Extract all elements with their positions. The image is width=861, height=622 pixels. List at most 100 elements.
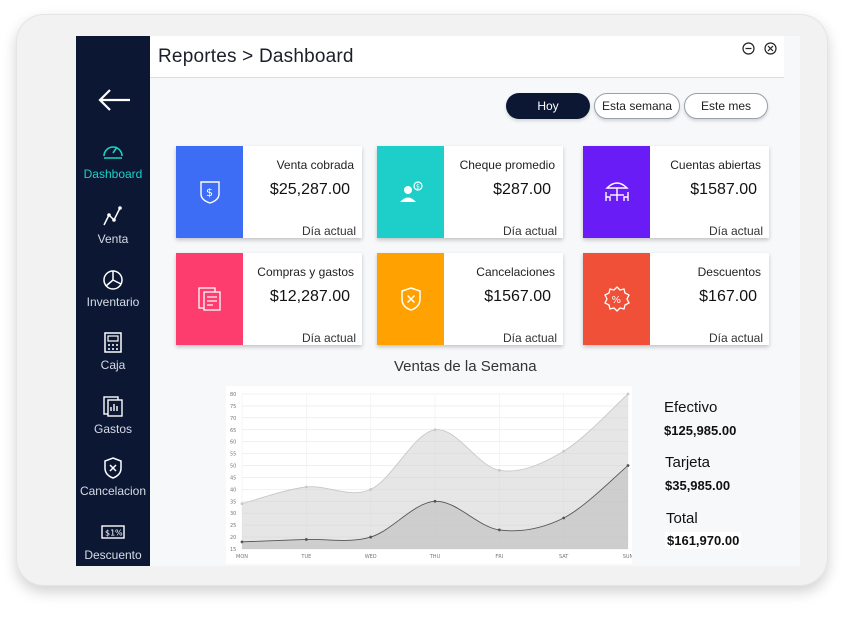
page-title: Reportes > Dashboard xyxy=(158,46,354,67)
card-label: Descuentos xyxy=(697,265,761,279)
y-tick-label: 35 xyxy=(230,499,236,505)
card-value: $1567.00 xyxy=(484,288,551,305)
percent-badge-icon: % xyxy=(603,286,630,312)
x-tick-label: TUE xyxy=(300,554,311,560)
y-tick-label: 75 xyxy=(230,404,236,410)
data-point xyxy=(369,535,373,539)
card-label: Venta cobrada xyxy=(276,158,354,172)
data-point xyxy=(562,449,566,453)
sidebar: Dashboard Venta Inventario Caja Gastos C… xyxy=(76,36,150,566)
card-descuentos[interactable]: % Descuentos $167.00 Día actual xyxy=(583,253,769,345)
sidebar-item-dashboard[interactable]: Dashboard xyxy=(76,139,150,181)
sidebar-item-venta[interactable]: Venta xyxy=(76,204,150,246)
card-band: $ xyxy=(176,146,243,238)
card-band: $ xyxy=(377,146,444,238)
data-point xyxy=(497,528,501,532)
title-bar: Reportes > Dashboard xyxy=(150,36,784,78)
minimize-icon[interactable] xyxy=(742,42,755,55)
legend-tarjeta-label: Tarjeta xyxy=(665,454,711,471)
filter-label: Hoy xyxy=(537,99,559,113)
app-window: Dashboard Venta Inventario Caja Gastos C… xyxy=(76,36,784,566)
y-tick-label: 40 xyxy=(230,487,236,493)
legend-total-value: $161,970.00 xyxy=(665,532,742,549)
x-tick-label: THU xyxy=(429,554,441,560)
card-label: Compras y gastos xyxy=(257,265,354,279)
data-point xyxy=(433,499,437,503)
trend-line-icon xyxy=(103,206,122,226)
x-tick-label: MON xyxy=(236,554,248,560)
y-tick-label: 65 xyxy=(230,428,236,434)
svg-text:$: $ xyxy=(206,186,213,199)
close-icon[interactable] xyxy=(764,42,777,55)
data-point xyxy=(304,485,308,489)
sales-chart: 15 20 25 30 35 40 45 50 55 60 65 70 75 80 MON TUE WED THU… xyxy=(226,386,634,564)
table-umbrella-icon xyxy=(604,182,629,201)
legend-tarjeta-value: $35,985.00 xyxy=(665,478,731,493)
data-point xyxy=(626,392,630,396)
sidebar-item-label: Gastos xyxy=(93,422,132,436)
card-band: % xyxy=(583,253,650,345)
receipt-icon xyxy=(103,396,123,417)
card-band xyxy=(583,146,650,238)
chart-title: Ventas de la Semana xyxy=(394,358,537,375)
data-point xyxy=(497,468,501,472)
sidebar-item-label: Inventario xyxy=(86,295,140,309)
svg-text:$: $ xyxy=(416,184,420,191)
x-tick-label: WED xyxy=(365,554,377,560)
card-cuentas-abiertas[interactable]: Cuentas abiertas $1587.00 Día actual xyxy=(583,146,769,238)
card-band xyxy=(176,253,243,345)
sidebar-item-inventario[interactable]: Inventario xyxy=(76,267,150,309)
y-tick-label: 55 xyxy=(230,452,236,458)
svg-text:%: % xyxy=(611,295,621,306)
legend-efectivo-value: $125,985.00 xyxy=(664,423,737,438)
y-tick-label: 15 xyxy=(230,547,236,553)
user-coin-icon: $ xyxy=(399,181,423,202)
shield-x-icon xyxy=(400,287,421,311)
card-band xyxy=(377,253,444,345)
card-cheque-promedio[interactable]: $ Cheque promedio $287.00 Día actual xyxy=(377,146,563,238)
filter-este-mes-button[interactable]: Este mes xyxy=(684,93,768,119)
y-tick-label: 30 xyxy=(230,511,236,517)
y-tick-label: 60 xyxy=(230,440,236,446)
arrow-left-icon[interactable] xyxy=(98,88,132,112)
pie-chart-icon xyxy=(103,270,123,290)
card-value: $25,287.00 xyxy=(269,181,350,198)
sidebar-item-label: Caja xyxy=(100,358,126,372)
data-point xyxy=(240,502,244,506)
card-subtitle: Día actual xyxy=(502,224,557,238)
card-venta-cobrada[interactable]: $ Venta cobrada $25,287.00 Día actual xyxy=(176,146,362,238)
cash-register-icon xyxy=(104,332,122,353)
card-value: $287.00 xyxy=(493,181,551,198)
sidebar-item-caja[interactable]: Caja xyxy=(76,330,150,372)
y-tick-label: 50 xyxy=(230,464,236,470)
data-point xyxy=(304,538,308,541)
card-subtitle: Día actual xyxy=(301,224,356,238)
legend-efectivo-label: Efectivo xyxy=(664,399,718,416)
sidebar-item-gastos[interactable]: Gastos xyxy=(76,394,150,436)
filter-label: Este mes xyxy=(700,99,751,113)
filter-esta-semana-button[interactable]: Esta semana xyxy=(594,93,680,119)
discount-tag-icon: $1 % xyxy=(101,525,125,539)
sidebar-item-label: Dashboard xyxy=(83,167,143,181)
legend-total-label: Total xyxy=(666,510,698,527)
card-cancelaciones[interactable]: Cancelaciones $1567.00 Día actual xyxy=(377,253,563,345)
card-subtitle: Día actual xyxy=(301,331,356,345)
gauge-icon xyxy=(103,146,123,159)
card-value: $12,287.00 xyxy=(269,288,350,305)
card-subtitle: Día actual xyxy=(708,224,763,238)
filter-hoy-button[interactable]: Hoy xyxy=(506,93,590,119)
filter-label: Esta semana xyxy=(601,99,673,113)
card-subtitle: Día actual xyxy=(708,331,763,345)
card-label: Cheque promedio xyxy=(459,158,555,172)
sidebar-item-cancelacion[interactable]: Cancelacion xyxy=(76,456,150,498)
sidebar-item-descuento[interactable]: $1 % Descuento xyxy=(76,520,150,562)
card-label: Cancelaciones xyxy=(476,265,555,279)
shield-x-icon xyxy=(104,457,122,479)
svg-text:%: % xyxy=(115,529,123,538)
card-compras-y-gastos[interactable]: Compras y gastos $12,287.00 Día actual xyxy=(176,253,362,345)
data-point xyxy=(369,487,373,491)
x-tick-label: SUN xyxy=(623,554,632,560)
dollar-shield-icon: $ xyxy=(199,181,220,204)
data-point xyxy=(433,428,437,432)
sidebar-item-label: Descuento xyxy=(84,548,142,562)
